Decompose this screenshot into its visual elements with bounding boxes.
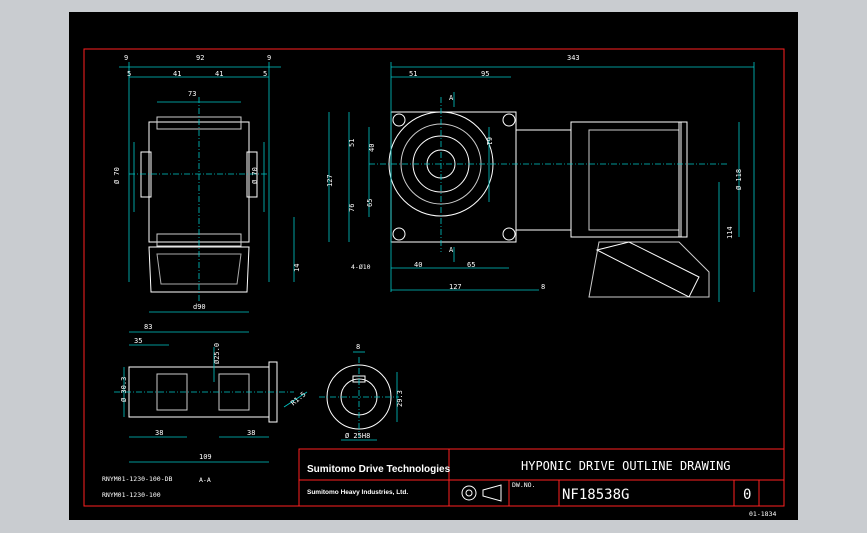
dim-95: 95 bbox=[481, 70, 489, 78]
dim-phi118: Ø 118 bbox=[735, 169, 743, 190]
drawing-stroke bbox=[588, 129, 680, 231]
keyway-dims bbox=[319, 351, 399, 441]
dim-d90: d90 bbox=[193, 303, 206, 311]
drawing-canvas: 9 92 9 5 41 41 5 73 Ø 70 Ø 70 14 d90 343… bbox=[69, 12, 798, 520]
dim-5b: 5 bbox=[263, 70, 267, 78]
note-section: A-A bbox=[199, 476, 211, 484]
drawing-stroke bbox=[392, 227, 406, 241]
dim-127: 127 bbox=[326, 174, 334, 187]
drawing-stroke bbox=[392, 113, 406, 127]
dim-38b: 38 bbox=[247, 429, 255, 437]
dim-k25: Ø 25H8 bbox=[345, 432, 370, 440]
dim-343: 343 bbox=[567, 54, 580, 62]
drawing-stroke bbox=[678, 121, 688, 238]
dim-65: 65 bbox=[366, 199, 374, 207]
drawing-stroke bbox=[502, 227, 516, 241]
revision: 0 bbox=[743, 487, 751, 503]
dw-no-label: DW.NO. bbox=[512, 481, 535, 489]
dim-38a: 38 bbox=[155, 429, 163, 437]
dim-41b: 41 bbox=[215, 70, 223, 78]
front-view bbox=[388, 111, 710, 298]
dim-9b: 9 bbox=[267, 54, 271, 62]
dim-phi30: Ø 30.3 bbox=[120, 377, 128, 402]
drawing-title: HYPONIC DRIVE OUTLINE DRAWING bbox=[521, 459, 731, 473]
label-holes: 4-Ø10 bbox=[351, 263, 371, 271]
drawing-stroke bbox=[595, 241, 700, 298]
dim-76: 76 bbox=[348, 204, 356, 212]
dim-109: 109 bbox=[199, 453, 212, 461]
dim-b40: 40 bbox=[414, 261, 422, 269]
drawing-stroke bbox=[465, 489, 473, 497]
dim-v40: 40 bbox=[368, 144, 376, 152]
outline-drawing: 9 92 9 5 41 41 5 73 Ø 70 Ø 70 14 d90 343… bbox=[83, 48, 785, 518]
dim-14: 14 bbox=[293, 264, 301, 272]
drawing-stroke bbox=[461, 485, 477, 501]
dim-5a: 5 bbox=[127, 70, 131, 78]
dim-114: 114 bbox=[726, 226, 734, 239]
dim-61: 61 bbox=[485, 137, 493, 145]
drawing-stroke bbox=[570, 121, 682, 238]
drawing-stroke bbox=[218, 373, 250, 411]
drawing-stroke bbox=[588, 241, 710, 298]
title-block-lines bbox=[298, 448, 785, 507]
label-A1: A bbox=[449, 94, 454, 102]
label-A2: A bbox=[449, 246, 454, 254]
dim-b65: 65 bbox=[467, 261, 475, 269]
drawing-stroke bbox=[298, 448, 785, 507]
model-number: NF18538G bbox=[562, 487, 629, 503]
drawing-stroke bbox=[326, 364, 392, 430]
dim-b8: 8 bbox=[541, 283, 545, 291]
dim-73: 73 bbox=[188, 90, 196, 98]
dim-35: 35 bbox=[134, 337, 142, 345]
part-notes: RNYM01-1230-100-DB RNYM01-1230-100 A-A bbox=[102, 475, 211, 499]
dim-phi70a: Ø 70 bbox=[113, 167, 121, 184]
sheet-code: 01-1834 bbox=[749, 510, 776, 518]
dim-51: 51 bbox=[409, 70, 417, 78]
drawing-stroke bbox=[390, 111, 517, 243]
drawing-frame bbox=[83, 48, 785, 507]
dim-k8: 8 bbox=[356, 343, 360, 351]
note-part1: RNYM01-1230-100-DB bbox=[102, 475, 173, 483]
company-name: Sumitomo Heavy Industries, Ltd. bbox=[307, 489, 408, 496]
shaft-dims bbox=[114, 331, 308, 463]
dim-9: 9 bbox=[124, 54, 128, 62]
keyway-view bbox=[326, 364, 392, 430]
drawing-stroke bbox=[482, 484, 502, 502]
dim-r15: R1.5 bbox=[289, 390, 307, 407]
dim-phi25: Ø25.0 bbox=[213, 343, 221, 364]
brand-name: Sumitomo Drive Technologies bbox=[307, 464, 451, 475]
dim-92: 92 bbox=[196, 54, 204, 62]
title-block-texts: Sumitomo Drive Technologies Sumitomo Hea… bbox=[307, 459, 776, 518]
dimension-labels: 9 92 9 5 41 41 5 73 Ø 70 Ø 70 14 d90 343… bbox=[113, 54, 743, 461]
projection-symbol bbox=[461, 484, 502, 502]
dim-83: 83 bbox=[144, 323, 152, 331]
drawing-stroke bbox=[515, 129, 572, 231]
dim-k293: 29.3 bbox=[396, 390, 404, 407]
dim-b127: 127 bbox=[449, 283, 462, 291]
front-view-dims bbox=[328, 62, 755, 302]
dim-41a: 41 bbox=[173, 70, 181, 78]
drawing-stroke bbox=[156, 253, 242, 285]
note-part2: RNYM01-1230-100 bbox=[102, 491, 161, 499]
side-view-centerlines bbox=[119, 62, 295, 313]
drawing-stroke bbox=[502, 113, 516, 127]
dim-v51: 51 bbox=[348, 139, 356, 147]
dim-phi70b: Ø 70 bbox=[251, 167, 259, 184]
